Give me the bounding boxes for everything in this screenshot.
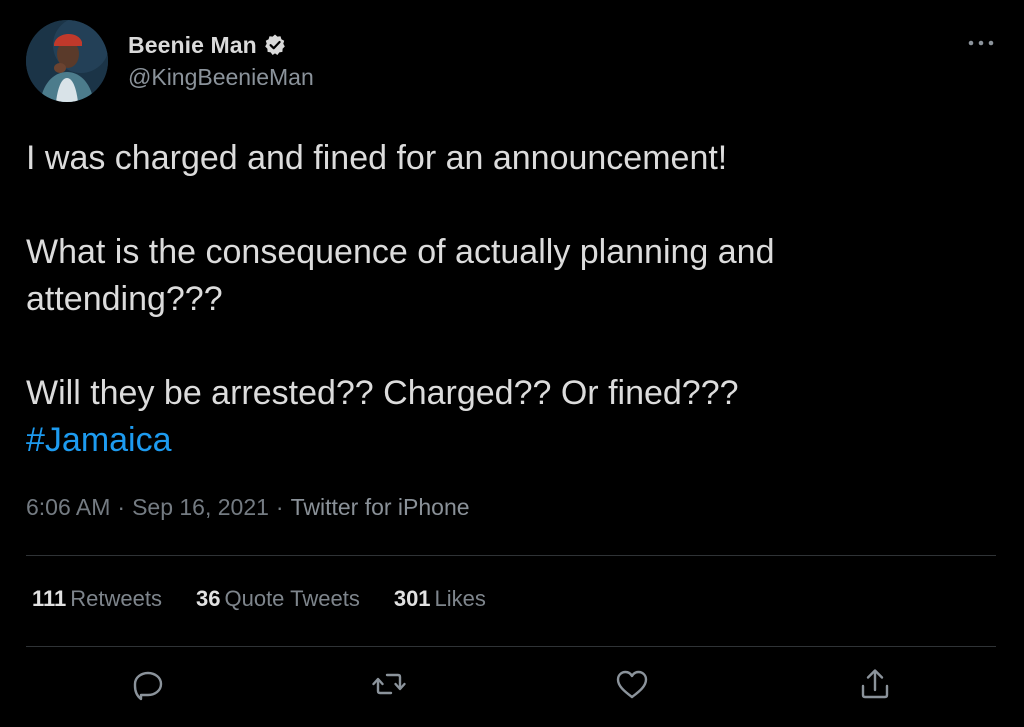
meta-separator: · [275, 494, 284, 520]
tweet-gap [26, 323, 986, 370]
tweet-line-2: What is the consequence of actually plan… [26, 233, 775, 318]
tweet-source[interactable]: Twitter for iPhone [291, 494, 470, 520]
reply-icon [133, 671, 163, 701]
retweet-button[interactable] [369, 664, 409, 704]
avatar[interactable] [26, 20, 108, 102]
tweet-stats: 111 Retweets 36 Quote Tweets 301 Likes [32, 586, 520, 612]
author-handle[interactable]: @KingBeenieMan [128, 64, 314, 91]
tweet-text: I was charged and fined for an announcem… [26, 135, 986, 464]
likes-stat[interactable]: 301 Likes [394, 586, 486, 612]
avatar-image [26, 20, 108, 102]
likes-count: 301 [393, 586, 431, 611]
tweet-action-bar [0, 664, 1024, 710]
tweet-gap [26, 182, 986, 229]
meta-separator: · [117, 494, 126, 520]
tweet-meta: 6:06 AM · Sep 16, 2021 · Twitter for iPhone [26, 494, 470, 521]
tweet-date[interactable]: Sep 16, 2021 [132, 494, 269, 520]
retweet-icon [372, 673, 406, 695]
quote-tweets-label: Quote Tweets [224, 586, 360, 611]
more-options-button[interactable] [966, 36, 996, 50]
reply-button[interactable] [128, 664, 168, 704]
quote-tweets-stat[interactable]: 36 Quote Tweets [196, 586, 360, 612]
author-display-name[interactable]: Beenie Man [128, 32, 257, 59]
heart-icon [616, 670, 648, 699]
retweets-count: 111 [32, 586, 67, 611]
quote-tweets-count: 36 [196, 586, 221, 611]
retweets-stat[interactable]: 111 Retweets [32, 586, 162, 612]
tweet-time[interactable]: 6:06 AM [26, 494, 110, 520]
likes-label: Likes [434, 586, 486, 611]
divider [26, 646, 996, 647]
more-icon [968, 40, 994, 46]
share-icon [861, 669, 889, 699]
tweet-line-3: Will they be arrested?? Charged?? Or fin… [26, 374, 739, 412]
divider [26, 555, 996, 556]
hashtag-link[interactable]: #Jamaica [26, 417, 986, 464]
verified-badge-icon [263, 33, 287, 57]
share-button[interactable] [855, 664, 895, 704]
author-name-row: Beenie Man [128, 30, 287, 60]
tweet-line-1: I was charged and fined for an announcem… [26, 139, 728, 177]
retweets-label: Retweets [70, 586, 162, 611]
like-button[interactable] [612, 664, 652, 704]
